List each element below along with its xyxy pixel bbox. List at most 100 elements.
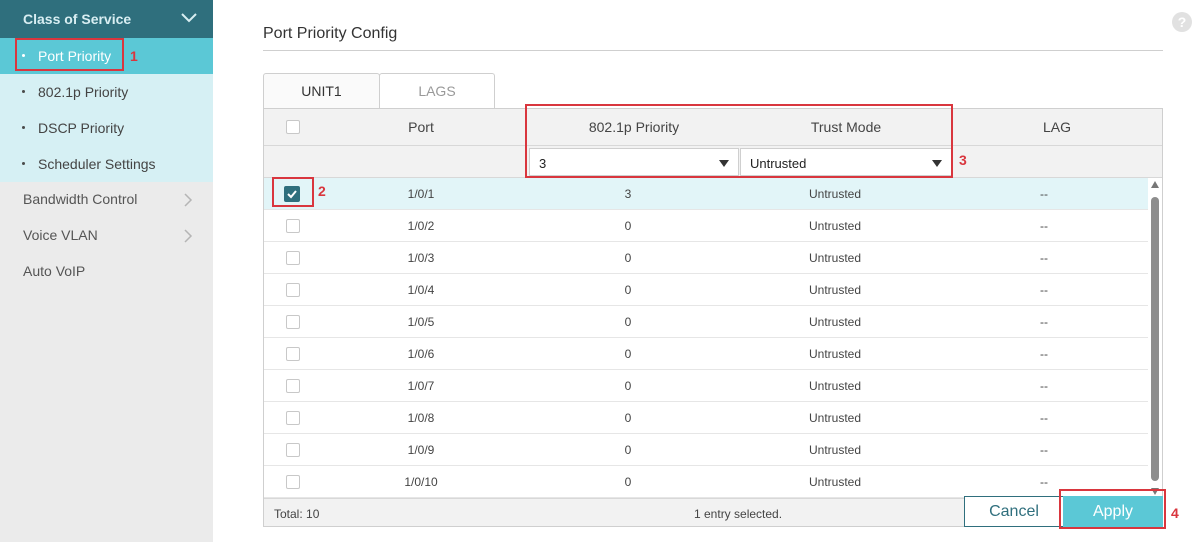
sidebar-section-class-of-service[interactable]: Class of Service [0,0,213,38]
cell-priority: 0 [624,251,632,265]
row-checkbox[interactable] [286,251,300,265]
cell-lag: -- [1040,251,1048,265]
table-row[interactable]: 1/0/6 0 Untrusted -- [264,338,1148,370]
callout-box-4 [1059,489,1166,529]
sidebar-item-label: Voice VLAN [23,227,98,243]
cell-priority: 0 [624,283,632,297]
table-scrollbar[interactable] [1149,178,1161,498]
cell-priority: 0 [624,411,632,425]
cell-priority: 0 [624,475,632,489]
table-row[interactable]: 1/0/7 0 Untrusted -- [264,370,1148,402]
row-checkbox[interactable] [286,347,300,361]
cell-port: 1/0/6 [407,347,435,361]
cell-trust-mode: Untrusted [808,219,862,233]
scroll-up-arrow-icon[interactable] [1151,181,1159,188]
callout-box-3 [525,104,953,178]
callout-number-3: 3 [959,152,967,168]
cell-lag: -- [1040,187,1048,201]
sidebar-item-label: DSCP Priority [38,120,125,136]
scrollbar-thumb[interactable] [1151,197,1159,481]
cell-port: 1/0/4 [407,283,435,297]
table-row[interactable]: 1/0/5 0 Untrusted -- [264,306,1148,338]
cell-lag: -- [1040,283,1048,297]
callout-number-4: 4 [1171,505,1179,521]
cell-trust-mode: Untrusted [808,411,862,425]
chevron-right-icon [184,229,193,243]
sidebar-item-label: Auto VoIP [23,263,86,279]
table-row[interactable]: 1/0/10 0 Untrusted -- [264,466,1148,498]
bullet-icon [22,126,25,129]
sidebar-item-label: Bandwidth Control [23,191,138,207]
cell-lag: -- [1040,315,1048,329]
callout-box-2 [272,177,314,207]
cell-trust-mode: Untrusted [808,379,862,393]
row-checkbox[interactable] [286,315,300,329]
callout-number-2: 2 [318,183,326,199]
sidebar-item-label: Scheduler Settings [38,156,156,172]
cell-trust-mode: Untrusted [808,443,862,457]
sidebar-item-voice-vlan[interactable]: Voice VLAN [0,217,213,253]
cell-trust-mode: Untrusted [808,315,862,329]
cell-priority: 0 [624,315,632,329]
cancel-button[interactable]: Cancel [964,496,1064,527]
cell-lag: -- [1040,411,1048,425]
cell-port: 1/0/5 [407,315,435,329]
callout-number-1: 1 [130,48,138,64]
selection-status: 1 entry selected. [694,507,783,521]
cell-trust-mode: Untrusted [808,347,862,361]
row-checkbox[interactable] [286,219,300,233]
cell-priority: 3 [624,187,632,201]
table-row[interactable]: 1/0/8 0 Untrusted -- [264,402,1148,434]
cell-priority: 0 [624,379,632,393]
cell-port: 1/0/8 [407,411,435,425]
cell-priority: 0 [624,443,632,457]
cell-lag: -- [1040,475,1048,489]
cell-lag: -- [1040,443,1048,457]
row-checkbox[interactable] [286,475,300,489]
sidebar-item-8021p-priority[interactable]: 802.1p Priority [0,74,213,110]
table-row[interactable]: 1/0/9 0 Untrusted -- [264,434,1148,466]
cell-port: 1/0/7 [407,379,435,393]
row-checkbox[interactable] [286,283,300,297]
total-count: Total: 10 [274,507,320,521]
cell-lag: -- [1040,347,1048,361]
select-all-checkbox[interactable] [286,120,300,134]
column-header-port: Port [408,119,434,135]
cell-port: 1/0/3 [407,251,435,265]
row-checkbox[interactable] [286,443,300,457]
table-row[interactable]: 1/0/2 0 Untrusted -- [264,210,1148,242]
cell-port: 1/0/2 [407,219,435,233]
sidebar-item-bandwidth-control[interactable]: Bandwidth Control [0,181,213,217]
help-icon[interactable]: ? [1172,12,1192,32]
bullet-icon [22,90,25,93]
sidebar-item-auto-voip[interactable]: Auto VoIP [0,253,213,289]
cell-lag: -- [1040,379,1048,393]
chevron-right-icon [184,193,193,207]
title-divider [263,50,1163,51]
cell-lag: -- [1040,219,1048,233]
tab-unit1[interactable]: UNIT1 [263,73,380,109]
page-title: Port Priority Config [263,25,398,42]
table-row[interactable]: 1/0/3 0 Untrusted -- [264,242,1148,274]
row-checkbox[interactable] [286,411,300,425]
bullet-icon [22,162,25,165]
cell-port: 1/0/1 [407,187,435,201]
cell-priority: 0 [624,219,632,233]
sidebar-item-dscp-priority[interactable]: DSCP Priority [0,110,213,146]
sidebar-item-scheduler-settings[interactable]: Scheduler Settings [0,146,213,182]
cell-trust-mode: Untrusted [808,283,862,297]
sidebar-section-title: Class of Service [23,11,132,27]
sidebar-item-label: 802.1p Priority [38,84,129,100]
callout-box-1 [15,38,124,71]
cell-trust-mode: Untrusted [808,187,862,201]
column-header-lag: LAG [1042,119,1071,135]
sidebar: Class of Service Port Priority 802.1p Pr… [0,0,213,542]
cell-trust-mode: Untrusted [808,475,862,489]
cell-priority: 0 [624,347,632,361]
table-row[interactable]: 1/0/4 0 Untrusted -- [264,274,1148,306]
cell-trust-mode: Untrusted [808,251,862,265]
row-checkbox[interactable] [286,379,300,393]
tab-lags[interactable]: LAGS [379,73,495,109]
cell-port: 1/0/10 [404,475,438,489]
table-row[interactable]: 1/0/1 3 Untrusted -- [264,178,1148,210]
